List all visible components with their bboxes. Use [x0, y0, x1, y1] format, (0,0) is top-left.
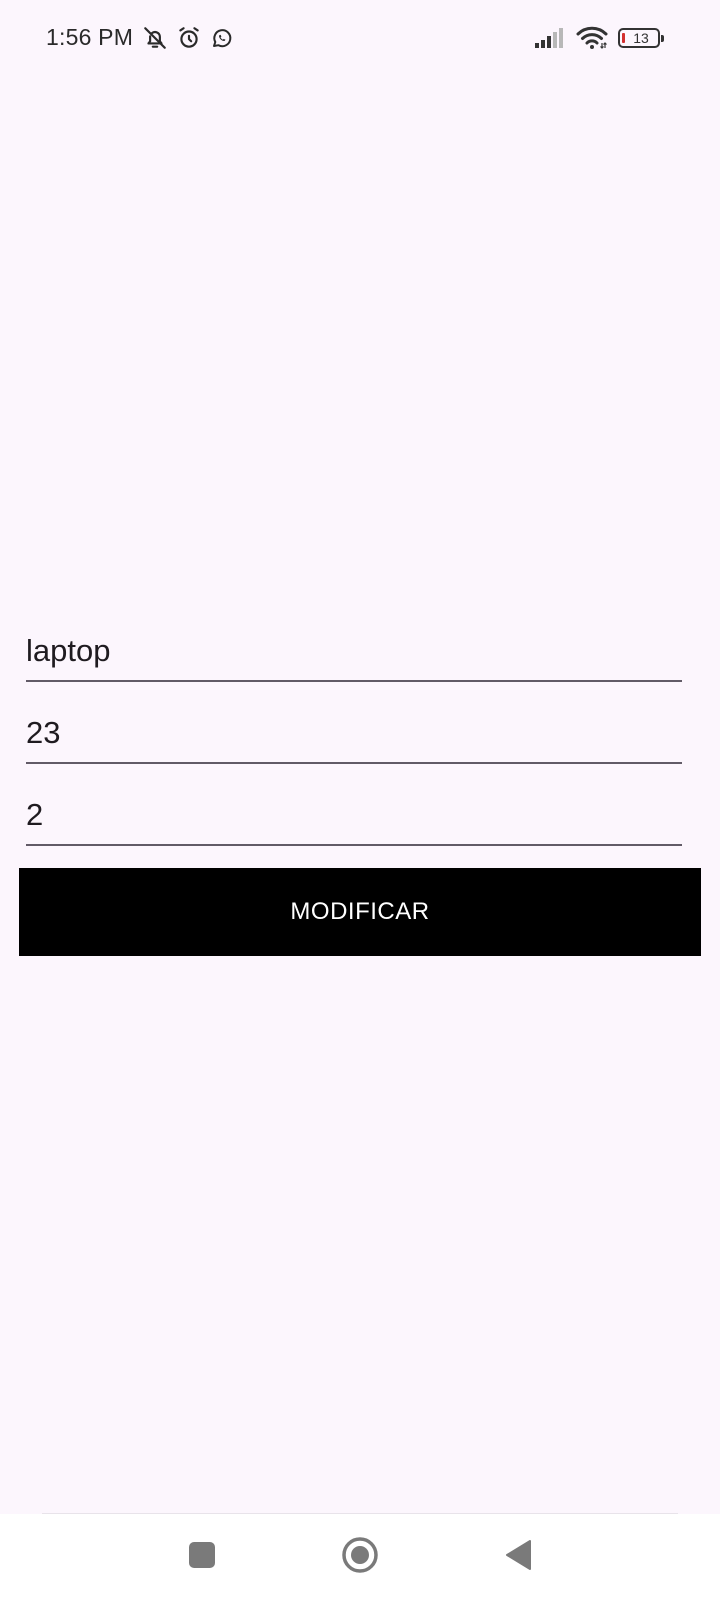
quantity-input[interactable] — [26, 786, 682, 846]
notification-icons — [142, 25, 234, 51]
alarm-icon — [176, 25, 202, 51]
recents-icon — [188, 1541, 216, 1574]
back-button[interactable] — [493, 1532, 543, 1582]
home-button[interactable] — [335, 1532, 385, 1582]
modify-button[interactable]: MODIFICAR — [19, 868, 701, 956]
status-time: 1:56 PM — [46, 24, 134, 50]
back-icon — [503, 1539, 533, 1576]
price-input[interactable] — [26, 704, 682, 764]
system-icons: 13 — [534, 26, 664, 50]
navigation-bar — [0, 1514, 720, 1600]
battery-level: 13 — [633, 30, 649, 46]
battery-icon: 13 — [618, 28, 664, 48]
recents-button[interactable] — [177, 1532, 227, 1582]
status-bar: 1:56 PM 13 — [0, 0, 720, 80]
home-icon — [341, 1536, 379, 1579]
cellular-signal-icon — [534, 27, 566, 49]
wifi-icon — [576, 26, 608, 50]
whatsapp-icon — [210, 26, 234, 50]
name-input[interactable] — [26, 622, 682, 682]
bell-off-icon — [142, 25, 168, 51]
